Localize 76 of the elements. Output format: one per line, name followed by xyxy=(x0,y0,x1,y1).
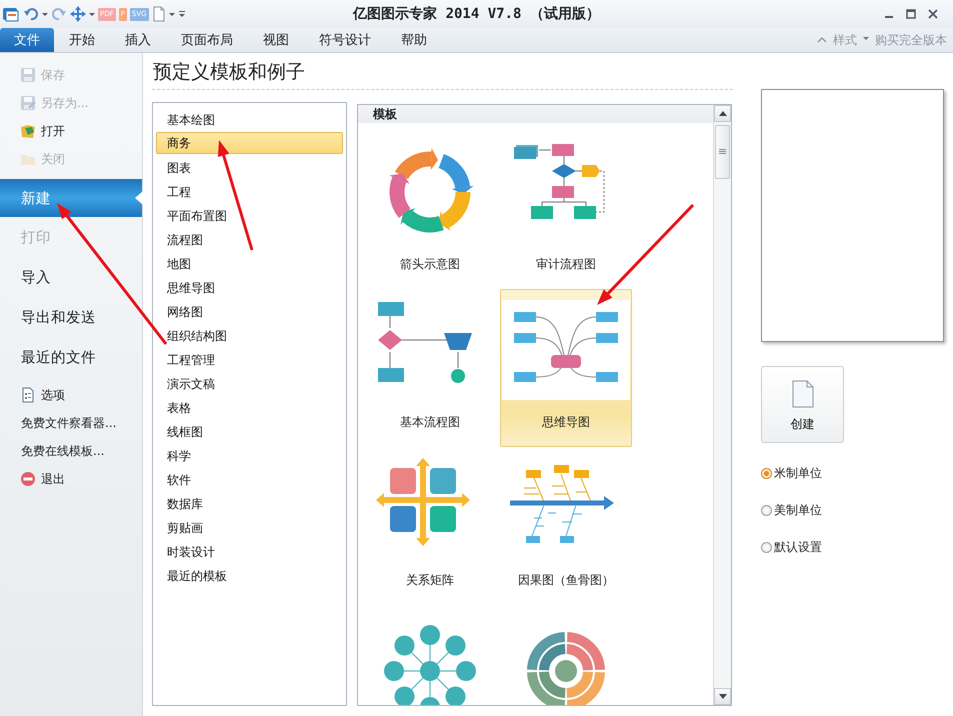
ribbon-tab[interactable]: 开始 xyxy=(54,28,110,52)
ribbon-tab[interactable]: 页面布局 xyxy=(166,28,248,52)
template-tile[interactable]: 审计流程图 xyxy=(500,131,632,289)
caret-up-icon xyxy=(718,111,726,116)
window-title: 亿图图示专家 2014 V7.8 （试用版） xyxy=(353,6,600,22)
radio-button[interactable] xyxy=(761,505,772,516)
menu-item[interactable]: 打开 xyxy=(0,117,142,145)
category-item[interactable]: 地图 xyxy=(156,251,343,275)
category-item[interactable]: 科学 xyxy=(156,443,343,467)
restore-icon[interactable] xyxy=(905,8,917,20)
category-item[interactable]: 数据库 xyxy=(156,491,343,515)
save-as-icon xyxy=(20,95,36,111)
page-heading: 预定义模板和例子 xyxy=(153,61,305,83)
menu-item[interactable]: 最近的文件 xyxy=(0,337,142,377)
category-item[interactable]: 时装设计 xyxy=(156,539,343,563)
category-item[interactable]: 表格 xyxy=(156,395,343,419)
ribbon-tab[interactable]: 符号设计 xyxy=(304,28,386,52)
category-item[interactable]: 工程 xyxy=(156,179,343,203)
category-item[interactable]: 演示文稿 xyxy=(156,371,343,395)
no-entry-icon xyxy=(20,471,36,487)
template-tile[interactable]: 思维导图 xyxy=(500,289,632,447)
menu-item[interactable]: 导出和发送 xyxy=(0,297,142,337)
category-item[interactable]: 工程管理 xyxy=(156,347,343,371)
template-label: 思维导图 xyxy=(542,414,590,431)
category-item[interactable]: 最近的模板 xyxy=(156,563,343,587)
template-label: 箭头示意图 xyxy=(400,256,460,273)
panel-header: 模板 xyxy=(358,105,713,123)
create-button[interactable]: 创建 xyxy=(761,366,844,443)
category-item[interactable]: 图表 xyxy=(156,155,343,179)
ribbon-tab[interactable]: 文件 xyxy=(0,28,54,52)
undo-icon[interactable] xyxy=(23,6,39,22)
category-item[interactable]: 流程图 xyxy=(156,227,343,251)
template-tile[interactable]: 因果图（鱼骨图） xyxy=(500,447,632,605)
scrollbar-thumb[interactable] xyxy=(715,125,730,179)
ribbon-tab[interactable]: 插入 xyxy=(110,28,166,52)
menu-item[interactable]: 退出 xyxy=(0,465,142,493)
grip-icon xyxy=(719,149,726,155)
template-label: 基本流程图 xyxy=(400,414,460,431)
category-item[interactable]: 思维导图 xyxy=(156,275,343,299)
four-way-arrow-icon[interactable] xyxy=(70,6,86,22)
radio-option[interactable]: 默认设置 xyxy=(761,539,945,556)
category-item[interactable]: 软件 xyxy=(156,467,343,491)
ribbon-tab[interactable]: 帮助 xyxy=(386,28,442,52)
category-item[interactable]: 平面布置图 xyxy=(156,203,343,227)
template-tile[interactable]: 基本流程图 xyxy=(364,289,496,447)
category-item[interactable]: 组织结构图 xyxy=(156,323,343,347)
category-item[interactable]: 网络图 xyxy=(156,299,343,323)
menu-item[interactable]: 导入 xyxy=(0,257,142,297)
category-item[interactable]: 剪贴画 xyxy=(156,515,343,539)
menu-item[interactable]: 免费在线模板... xyxy=(0,437,142,465)
folder-icon xyxy=(20,123,36,139)
category-item[interactable]: 线框图 xyxy=(156,419,343,443)
menu-item[interactable]: 免费文件察看器... xyxy=(0,409,142,437)
scroll-down-button[interactable] xyxy=(714,688,731,705)
document-icon xyxy=(792,380,814,408)
options-icon xyxy=(20,387,36,403)
page-icon[interactable] xyxy=(152,6,166,22)
app-icon[interactable] xyxy=(2,5,20,23)
radio-option[interactable]: 美制单位 xyxy=(761,502,945,519)
chevron-up-icon[interactable] xyxy=(817,35,827,45)
template-tile[interactable]: 箭头示意图 xyxy=(364,131,496,289)
radio-option[interactable]: 米制单位 xyxy=(761,465,945,482)
caret-down-icon xyxy=(718,694,726,699)
template-label: 因果图（鱼骨图） xyxy=(518,572,614,589)
radio-button[interactable] xyxy=(761,468,772,479)
radio-button[interactable] xyxy=(761,542,772,553)
ribbon-tab[interactable]: 视图 xyxy=(248,28,304,52)
menu-item[interactable]: 选项 xyxy=(0,381,142,409)
scroll-up-button[interactable] xyxy=(714,105,731,122)
template-label: 关系矩阵 xyxy=(406,572,454,589)
save-icon xyxy=(20,67,36,83)
template-tile[interactable]: 关系矩阵 xyxy=(364,447,496,605)
category-item[interactable]: 商务 xyxy=(156,132,343,154)
close-icon[interactable] xyxy=(927,8,939,20)
template-label: 审计流程图 xyxy=(536,256,596,273)
category-item[interactable]: 基本绘图 xyxy=(156,107,343,131)
